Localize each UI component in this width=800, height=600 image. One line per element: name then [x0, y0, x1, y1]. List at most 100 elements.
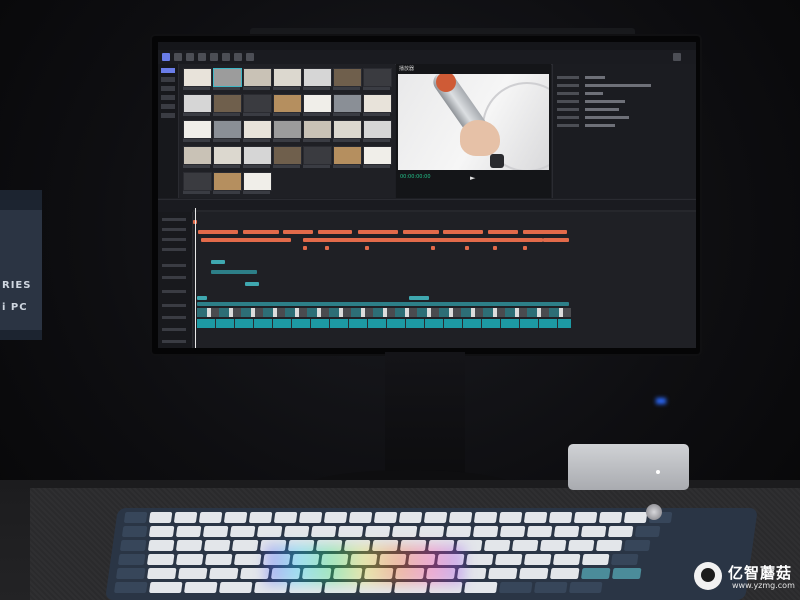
media-thumbnail[interactable]	[303, 146, 332, 165]
timeline-clip[interactable]	[245, 282, 259, 286]
media-thumbnail[interactable]	[333, 68, 362, 87]
timeline-clip[interactable]	[197, 302, 569, 306]
media-thumbnail[interactable]	[303, 120, 332, 139]
timeline-clip[interactable]	[543, 238, 569, 242]
media-thumbnail[interactable]	[273, 120, 302, 139]
timeline-clip[interactable]	[365, 246, 369, 250]
media-thumbnail[interactable]	[213, 94, 242, 113]
timeline-clip[interactable]	[243, 230, 279, 234]
media-thumbnail[interactable]	[273, 94, 302, 113]
timeline-clip[interactable]	[409, 296, 429, 300]
track-header[interactable]	[162, 290, 186, 293]
side-nav-item[interactable]	[161, 68, 175, 73]
side-nav-item[interactable]	[161, 77, 175, 82]
track-header[interactable]	[162, 276, 186, 279]
audio-tool-icon[interactable]	[174, 53, 182, 61]
media-tool-icon[interactable]	[162, 53, 170, 61]
video-track-strip[interactable]	[197, 308, 571, 317]
media-thumbnail-caption	[213, 165, 240, 168]
media-thumbnail[interactable]	[213, 172, 242, 191]
timeline-clip[interactable]	[318, 230, 352, 234]
media-thumbnail-caption	[333, 87, 360, 90]
side-nav-item[interactable]	[161, 113, 175, 118]
media-thumbnail[interactable]	[333, 120, 362, 139]
timeline-clip[interactable]	[443, 230, 483, 234]
media-thumbnail[interactable]	[183, 68, 212, 87]
timeline-clip[interactable]	[303, 238, 543, 242]
media-thumbnail[interactable]	[303, 68, 332, 87]
keyboard-key	[598, 512, 623, 523]
timeline-clip[interactable]	[201, 238, 291, 242]
timeline-clip[interactable]	[403, 230, 439, 234]
timeline-clip[interactable]	[493, 246, 497, 250]
power-led	[656, 470, 660, 474]
side-nav-item[interactable]	[161, 95, 175, 100]
track-header[interactable]	[162, 304, 186, 307]
inspector-row	[557, 92, 693, 97]
media-thumbnail[interactable]	[243, 94, 272, 113]
media-thumbnail-caption	[213, 87, 240, 90]
timeline-clip[interactable]	[211, 270, 257, 274]
media-thumbnail[interactable]	[303, 94, 332, 113]
adjust-tool-icon[interactable]	[246, 53, 254, 61]
track-header[interactable]	[162, 340, 186, 343]
filter-tool-icon[interactable]	[234, 53, 242, 61]
media-thumbnail[interactable]	[243, 120, 272, 139]
track-header[interactable]	[162, 328, 186, 331]
audio-track-strip[interactable]	[197, 319, 571, 328]
wall-poster: RIES i PC	[0, 190, 42, 340]
keyboard-key	[121, 526, 148, 537]
media-thumbnail[interactable]	[183, 172, 212, 191]
timeline-clip[interactable]	[523, 246, 527, 250]
playhead[interactable]	[195, 208, 196, 348]
sticker-tool-icon[interactable]	[198, 53, 206, 61]
timeline-clip[interactable]	[325, 246, 329, 250]
side-nav-item[interactable]	[161, 86, 175, 91]
media-thumbnail[interactable]	[363, 120, 392, 139]
media-thumbnail[interactable]	[183, 146, 212, 165]
media-thumbnail[interactable]	[243, 68, 272, 87]
text-tool-icon[interactable]	[186, 53, 194, 61]
media-thumbnail[interactable]	[333, 94, 362, 113]
timeline-clip[interactable]	[303, 246, 307, 250]
timeline-clip[interactable]	[431, 246, 435, 250]
timeline-clip[interactable]	[211, 260, 225, 264]
track-header[interactable]	[162, 316, 186, 319]
media-thumbnail[interactable]	[243, 172, 272, 191]
timeline-clip[interactable]	[358, 230, 398, 234]
keyboard-key	[549, 568, 580, 579]
media-thumbnail[interactable]	[183, 94, 212, 113]
side-nav-item[interactable]	[161, 104, 175, 109]
watermark: 亿智蘑菇 www.yzmg.com	[694, 560, 798, 596]
track-header[interactable]	[162, 264, 186, 267]
media-thumbnail[interactable]	[183, 120, 212, 139]
timeline-clip[interactable]	[198, 230, 238, 234]
effects-tool-icon[interactable]	[210, 53, 218, 61]
media-thumbnail-caption	[363, 113, 390, 116]
media-thumbnail[interactable]	[363, 146, 392, 165]
transition-tool-icon[interactable]	[222, 53, 230, 61]
media-thumbnail[interactable]	[243, 146, 272, 165]
timeline-clip[interactable]	[523, 230, 567, 234]
play-icon[interactable]: ►	[470, 174, 475, 182]
keyboard-key	[208, 568, 239, 579]
track-header[interactable]	[162, 228, 186, 231]
media-thumbnail[interactable]	[213, 146, 242, 165]
media-thumbnail[interactable]	[213, 68, 242, 87]
timeline-clip[interactable]	[465, 246, 469, 250]
media-thumbnail[interactable]	[273, 68, 302, 87]
timeline-clip[interactable]	[488, 230, 518, 234]
media-thumbnail[interactable]	[363, 94, 392, 113]
media-thumbnail[interactable]	[213, 120, 242, 139]
media-thumbnail[interactable]	[273, 146, 302, 165]
keyboard-key	[202, 526, 229, 537]
timeline-clip[interactable]	[197, 296, 207, 300]
timeline-clip[interactable]	[283, 230, 313, 234]
settings-icon[interactable]	[673, 53, 681, 61]
track-header[interactable]	[162, 248, 186, 251]
inspector-row	[557, 108, 693, 113]
track-header[interactable]	[162, 238, 186, 241]
media-thumbnail[interactable]	[333, 146, 362, 165]
media-thumbnail[interactable]	[363, 68, 392, 87]
track-header[interactable]	[162, 218, 186, 221]
